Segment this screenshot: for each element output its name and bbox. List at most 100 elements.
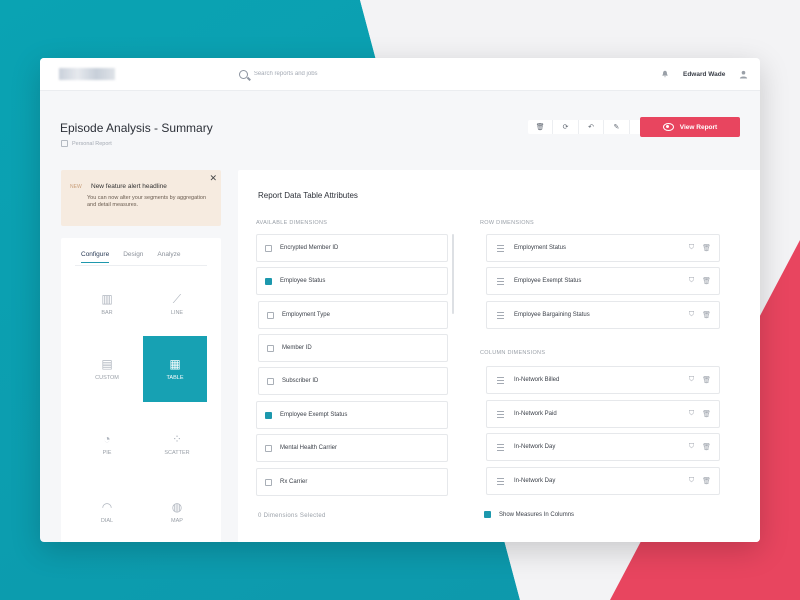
chart-type-table[interactable]: ▦ TABLE [143, 336, 207, 402]
scrollbar[interactable] [452, 234, 454, 314]
refresh-button[interactable]: ⟳ [553, 120, 579, 134]
row-dimension-item[interactable]: Employee Bargaining Status ⛉ 🗑 [486, 301, 720, 329]
chart-type-label: SCATTER [164, 449, 190, 456]
tab-analyze[interactable]: Analyze [157, 251, 180, 263]
map-icon: ◍ [171, 499, 183, 514]
column-dimension-item[interactable]: In-Network Day ⛉ 🗑 [486, 433, 720, 461]
checkbox[interactable] [265, 478, 272, 486]
undo-icon: ↶ [588, 124, 594, 131]
drag-handle-icon[interactable] [497, 443, 504, 451]
close-icon[interactable]: ✕ [209, 173, 217, 184]
subtitle-text: Personal Report [72, 140, 112, 147]
checkbox[interactable] [265, 277, 272, 285]
filter-icon[interactable]: ⛉ [689, 244, 694, 252]
checkbox[interactable] [265, 411, 272, 419]
chart-config-panel: Configure Design Analyze ▥ BAR ⟋ LINE ▤ … [61, 238, 221, 542]
column-dimension-item[interactable]: In-Network Billed ⛉ 🗑 [486, 366, 720, 394]
avatar[interactable] [739, 70, 748, 79]
list-item[interactable]: Mental Health Carrier [256, 434, 448, 462]
chart-type-label: PIE [102, 449, 112, 456]
checkbox[interactable] [265, 444, 272, 452]
dimension-label: In-Network Paid [514, 411, 557, 417]
report-toolbar: 🗑 ⟳ ↶ ✎ [528, 120, 654, 134]
checkbox[interactable] [267, 377, 274, 385]
trash-icon[interactable]: 🗑 [702, 410, 711, 418]
checkbox[interactable] [265, 244, 272, 252]
trash-icon[interactable]: 🗑 [702, 277, 711, 285]
trash-icon[interactable]: 🗑 [702, 477, 711, 485]
dimension-label: Employment Type [282, 312, 330, 318]
list-item[interactable]: Rx Carrier [256, 468, 448, 496]
list-item[interactable]: Employee Status [256, 267, 448, 295]
chart-type-pie[interactable]: ◔ PIE [75, 414, 139, 474]
checkbox[interactable] [267, 311, 274, 319]
chart-type-map[interactable]: ◍ MAP [145, 482, 209, 542]
list-item[interactable]: Subscriber ID [258, 367, 448, 395]
chart-type-line[interactable]: ⟋ LINE [145, 278, 209, 330]
tab-design[interactable]: Design [123, 251, 143, 263]
dimension-label: Employee Exempt Status [280, 412, 348, 418]
dimension-label: Member ID [282, 345, 312, 351]
filter-icon[interactable]: ⛉ [689, 477, 694, 485]
filter-icon[interactable]: ⛉ [689, 410, 694, 418]
chart-type-dial[interactable]: ◠ DIAL [75, 482, 139, 542]
dial-icon: ◠ [101, 499, 113, 514]
filter-icon[interactable]: ⛉ [689, 443, 694, 451]
custom-chart-icon: ▤ [101, 356, 113, 371]
pencil-icon: ✎ [613, 124, 620, 131]
undo-button[interactable]: ↶ [579, 120, 605, 134]
filter-icon[interactable]: ⛉ [689, 376, 694, 384]
trash-icon[interactable]: 🗑 [702, 443, 711, 451]
page-subtitle: Personal Report [61, 140, 112, 147]
column-dimension-item[interactable]: In-Network Paid ⛉ 🗑 [486, 400, 720, 428]
drag-handle-icon[interactable] [497, 410, 504, 418]
list-item[interactable]: Employment Type [258, 301, 448, 329]
drag-handle-icon[interactable] [497, 244, 504, 252]
search-bar[interactable] [223, 68, 338, 80]
trash-icon[interactable]: 🗑 [702, 376, 711, 384]
chart-type-scatter[interactable]: ⁘ SCATTER [145, 414, 209, 474]
chart-type-bar[interactable]: ▥ BAR [75, 278, 139, 330]
attributes-panel: Report Data Table Attributes AVAILABLE D… [238, 170, 760, 542]
trash-icon[interactable]: 🗑 [702, 244, 711, 252]
chart-type-label: LINE [170, 309, 184, 316]
dimension-label: Employee Exempt Status [514, 278, 582, 284]
row-dimension-item[interactable]: Employment Status ⛉ 🗑 [486, 234, 720, 262]
edit-button[interactable]: ✎ [604, 120, 630, 134]
show-measures-toggle[interactable]: Show Measures In Columns [484, 511, 574, 518]
trash-icon[interactable]: 🗑 [702, 311, 711, 319]
dimension-label: Encrypted Member ID [280, 245, 339, 251]
feature-alert: NEW New feature alert headline You can n… [61, 170, 221, 226]
bell-icon[interactable] [661, 70, 669, 78]
chart-type-label: BAR [101, 309, 113, 316]
dimension-label: In-Network Day [514, 444, 556, 450]
drag-handle-icon[interactable] [497, 311, 504, 319]
list-item[interactable]: Encrypted Member ID [256, 234, 448, 262]
dimension-label: In-Network Billed [514, 377, 560, 383]
list-item[interactable]: Employee Exempt Status [256, 401, 448, 429]
column-dimension-item[interactable]: In-Network Day ⛉ 🗑 [486, 467, 720, 495]
drag-handle-icon[interactable] [497, 376, 504, 384]
chart-type-custom[interactable]: ▤ CUSTOM [75, 336, 139, 402]
tab-divider [75, 265, 207, 266]
drag-handle-icon[interactable] [497, 477, 504, 485]
checkbox[interactable] [267, 344, 274, 352]
checkbox[interactable] [484, 511, 491, 518]
search-input[interactable] [253, 71, 338, 77]
filter-icon[interactable]: ⛉ [689, 311, 694, 319]
filter-icon[interactable]: ⛉ [689, 277, 694, 285]
show-measures-label: Show Measures In Columns [499, 511, 575, 518]
row-dimension-item[interactable]: Employee Exempt Status ⛉ 🗑 [486, 267, 720, 295]
table-icon: ▦ [169, 356, 181, 371]
view-report-button[interactable]: View Report [640, 117, 740, 137]
dimension-label: In-Network Day [514, 478, 556, 484]
chart-type-label: TABLE [166, 374, 184, 381]
list-item[interactable]: Member ID [258, 334, 448, 362]
eye-icon [662, 123, 674, 131]
refresh-icon: ⟳ [562, 124, 569, 131]
alert-body: You can now alter your segments by aggre… [87, 195, 207, 208]
user-menu[interactable]: Edward Wade [658, 67, 754, 81]
delete-button[interactable]: 🗑 [528, 120, 554, 134]
tab-configure[interactable]: Configure [81, 251, 110, 263]
drag-handle-icon[interactable] [497, 277, 504, 285]
